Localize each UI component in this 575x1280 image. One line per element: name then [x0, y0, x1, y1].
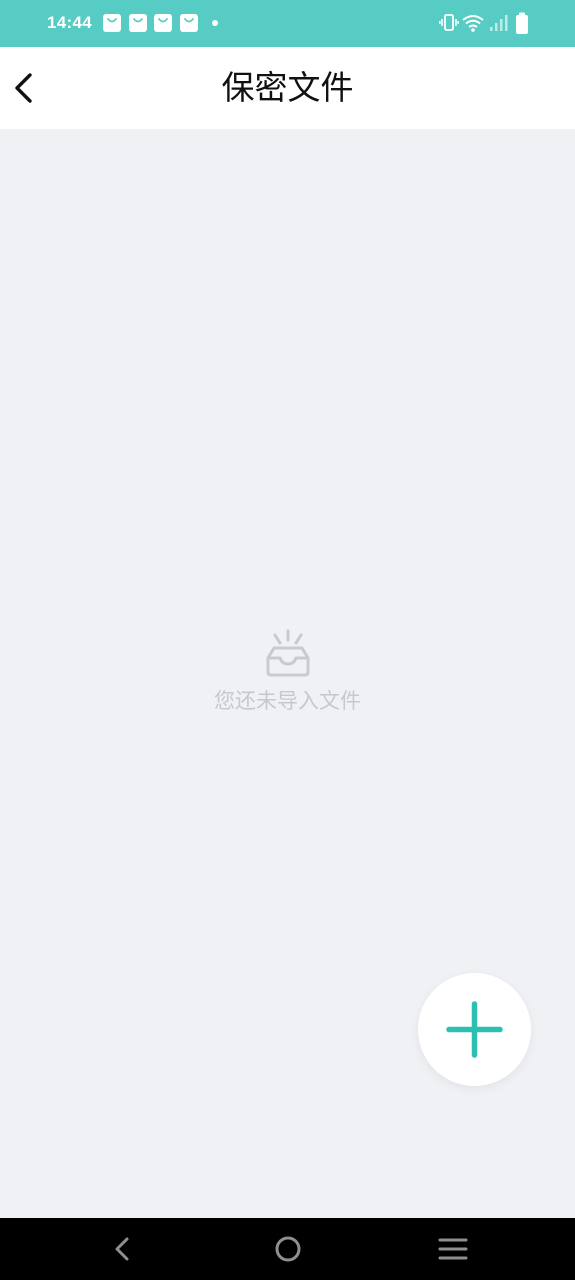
- recents-nav-icon: [438, 1238, 468, 1260]
- signal-icon: [490, 15, 508, 31]
- battery-icon: [516, 12, 528, 34]
- dot-icon: [212, 20, 218, 26]
- status-time: 14:44: [47, 13, 92, 32]
- empty-state: 您还未导入文件: [0, 628, 575, 716]
- add-file-button[interactable]: [418, 973, 531, 1086]
- nav-recents-button[interactable]: [435, 1231, 471, 1267]
- empty-inbox-icon: [266, 629, 309, 677]
- plus-icon: [446, 1001, 503, 1058]
- nav-home-button[interactable]: [270, 1231, 306, 1267]
- shopping-bag-icon: [129, 14, 147, 32]
- page-title: 保密文件: [221, 68, 354, 107]
- shopping-bag-icon: [154, 14, 172, 32]
- back-nav-icon: [115, 1237, 129, 1261]
- empty-message: 您还未导入文件: [214, 689, 361, 713]
- shopping-bag-icon: [103, 14, 121, 32]
- app-bar: 保密文件: [0, 47, 575, 129]
- home-nav-icon: [275, 1236, 301, 1262]
- status-bar: 14:44: [0, 0, 575, 47]
- system-nav-bar: [0, 1218, 575, 1280]
- wifi-icon: [462, 15, 484, 32]
- nav-back-button[interactable]: [104, 1231, 140, 1267]
- shopping-bag-icon: [180, 14, 198, 32]
- vibrate-icon: [439, 14, 459, 31]
